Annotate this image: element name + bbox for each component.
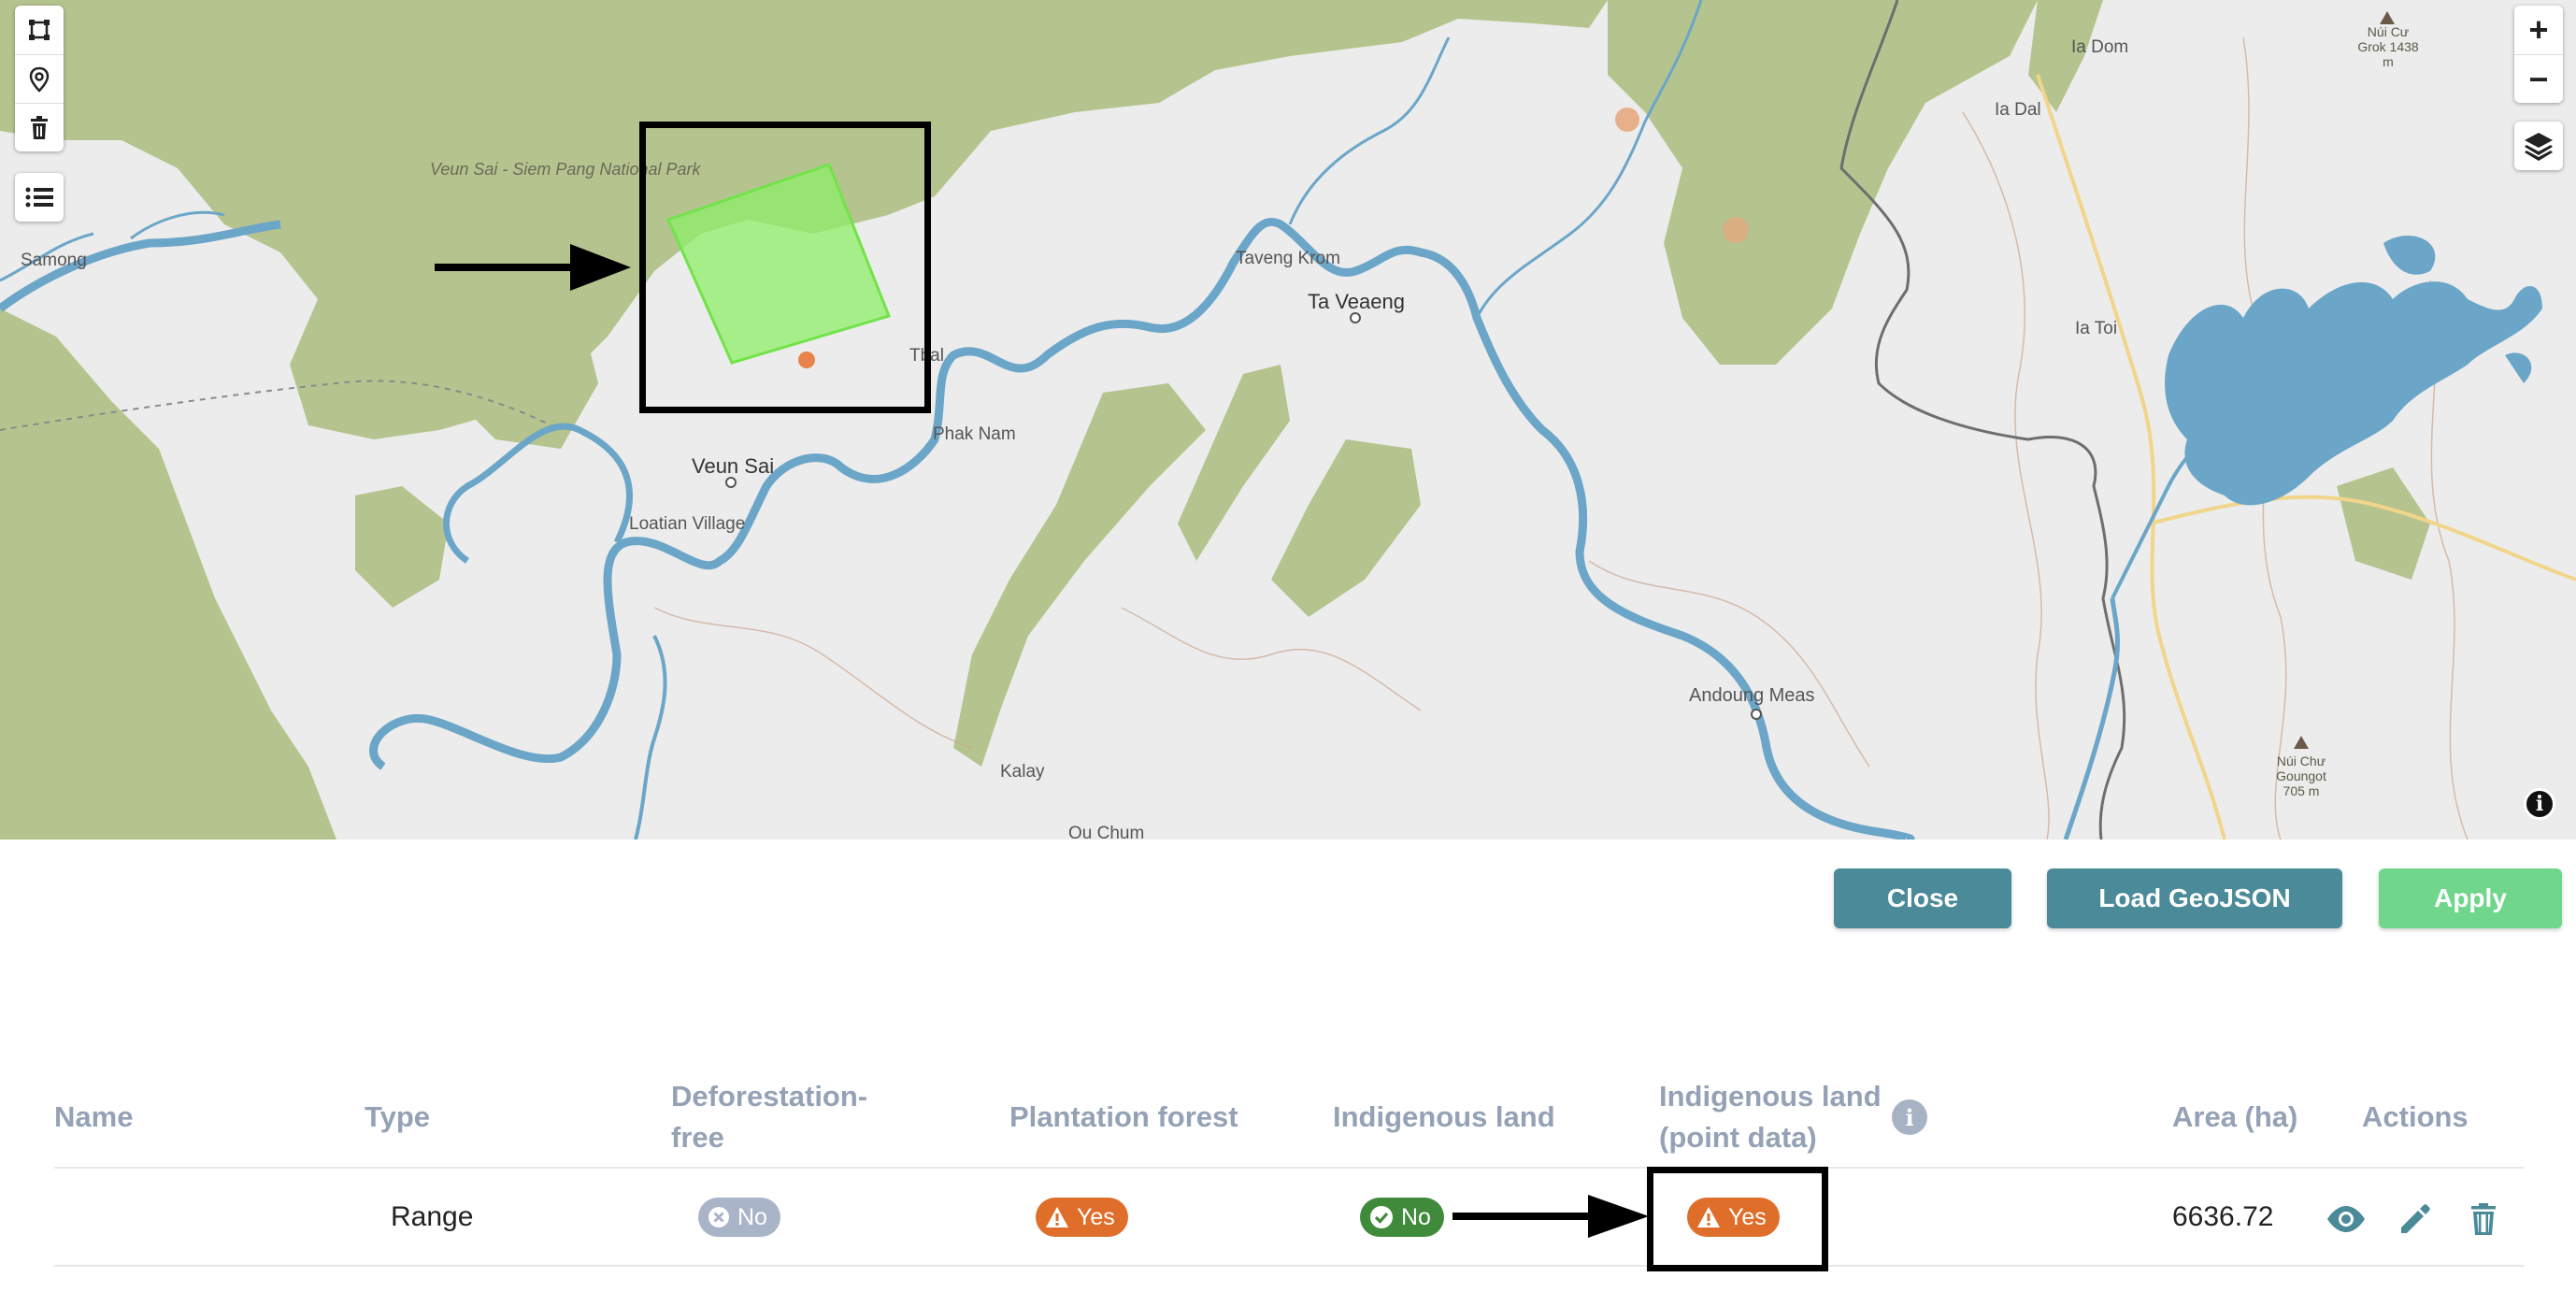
polygon-draw-icon[interactable] bbox=[15, 6, 64, 54]
plantation-forest-badge: Yes bbox=[1036, 1198, 1128, 1237]
map-label-nui-cu-grok: Núi Cư Grok 1438 m bbox=[2357, 24, 2419, 69]
zoom-out-button[interactable]: − bbox=[2514, 54, 2563, 103]
warning-icon bbox=[1046, 1207, 1068, 1227]
list-control bbox=[15, 173, 64, 222]
highlight-box-polygon bbox=[639, 122, 931, 413]
map-label-nui-chu-goungot: Núi Chư Goungot 705 m bbox=[2276, 754, 2326, 798]
map-label-taveng-krom: Taveng Krom bbox=[1236, 249, 1340, 268]
close-button[interactable]: Close bbox=[1834, 869, 2011, 928]
map-label-ia-dal: Ia Dal bbox=[1995, 100, 2041, 120]
table-header-divider bbox=[54, 1167, 2524, 1169]
row-type: Range bbox=[391, 1201, 474, 1232]
check-circle-icon bbox=[1370, 1206, 1393, 1228]
layers-icon[interactable] bbox=[2514, 122, 2563, 170]
load-geojson-button[interactable]: Load GeoJSON bbox=[2047, 869, 2342, 928]
map-label-ia-dom: Ia Dom bbox=[2071, 37, 2129, 57]
column-header-area: Area (ha) bbox=[2172, 1100, 2298, 1133]
column-header-plantation-forest: Plantation forest bbox=[1009, 1100, 1238, 1133]
column-header-type: Type bbox=[365, 1100, 431, 1133]
column-header-indigenous-land-point: Indigenous land (point data) bbox=[1659, 1080, 1882, 1154]
annotation-arrow-icon bbox=[1453, 1195, 1649, 1238]
eye-icon[interactable] bbox=[2326, 1199, 2367, 1240]
list-icon[interactable] bbox=[15, 173, 64, 222]
map-label-veun-sai: Veun Sai bbox=[692, 454, 775, 478]
map-label-loatian-village: Loatian Village bbox=[629, 514, 746, 534]
map-label-samong: Samong bbox=[21, 251, 87, 270]
draw-toolbar bbox=[15, 6, 64, 151]
annotation-arrow-icon bbox=[435, 244, 631, 291]
map-info-icon[interactable]: i bbox=[2524, 788, 2555, 820]
map-label-phak-nam: Phak Nam bbox=[933, 424, 1016, 444]
zoom-in-button[interactable]: + bbox=[2514, 6, 2563, 54]
x-circle-icon bbox=[708, 1207, 729, 1227]
layers-control bbox=[2514, 122, 2563, 170]
deforestation-free-badge: No bbox=[698, 1198, 780, 1237]
trash-icon[interactable] bbox=[2463, 1199, 2504, 1240]
zoom-control: + − bbox=[2514, 6, 2563, 103]
map-tiles bbox=[0, 0, 2576, 840]
column-header-name: Name bbox=[54, 1100, 134, 1133]
column-header-deforestation-free: Deforestation-free bbox=[671, 1080, 868, 1154]
column-header-actions: Actions bbox=[2362, 1100, 2469, 1133]
info-icon[interactable]: i bbox=[1892, 1099, 1927, 1135]
map-label-andoung-meas: Andoung Meas bbox=[1689, 685, 1815, 706]
table-row-divider bbox=[54, 1265, 2524, 1267]
map-pin-icon[interactable] bbox=[15, 54, 64, 103]
highlight-box-badge bbox=[1647, 1167, 1828, 1271]
column-header-indigenous-land: Indigenous land bbox=[1333, 1100, 1555, 1133]
map-view[interactable]: Samong Veun Sai - Siem Pang National Par… bbox=[0, 0, 2576, 840]
pencil-icon[interactable] bbox=[2395, 1199, 2436, 1240]
trash-icon[interactable] bbox=[15, 103, 64, 151]
map-label-ta-veaeng: Ta Veaeng bbox=[1308, 290, 1405, 313]
map-label-ou-chum: Ou Chum bbox=[1068, 824, 1145, 840]
map-label-ia-toi: Ia Toi bbox=[2075, 319, 2118, 338]
row-area: 6636.72 bbox=[2172, 1201, 2274, 1232]
map-label-national-park: Veun Sai - Siem Pang National Park bbox=[430, 160, 701, 179]
apply-button[interactable]: Apply bbox=[2379, 869, 2562, 928]
indigenous-land-value: No bbox=[1401, 1203, 1431, 1230]
deforestation-free-value: No bbox=[737, 1203, 767, 1230]
indigenous-land-badge: No bbox=[1360, 1198, 1444, 1237]
plantation-forest-value: Yes bbox=[1077, 1203, 1115, 1230]
map-label-kalay: Kalay bbox=[1000, 762, 1045, 782]
